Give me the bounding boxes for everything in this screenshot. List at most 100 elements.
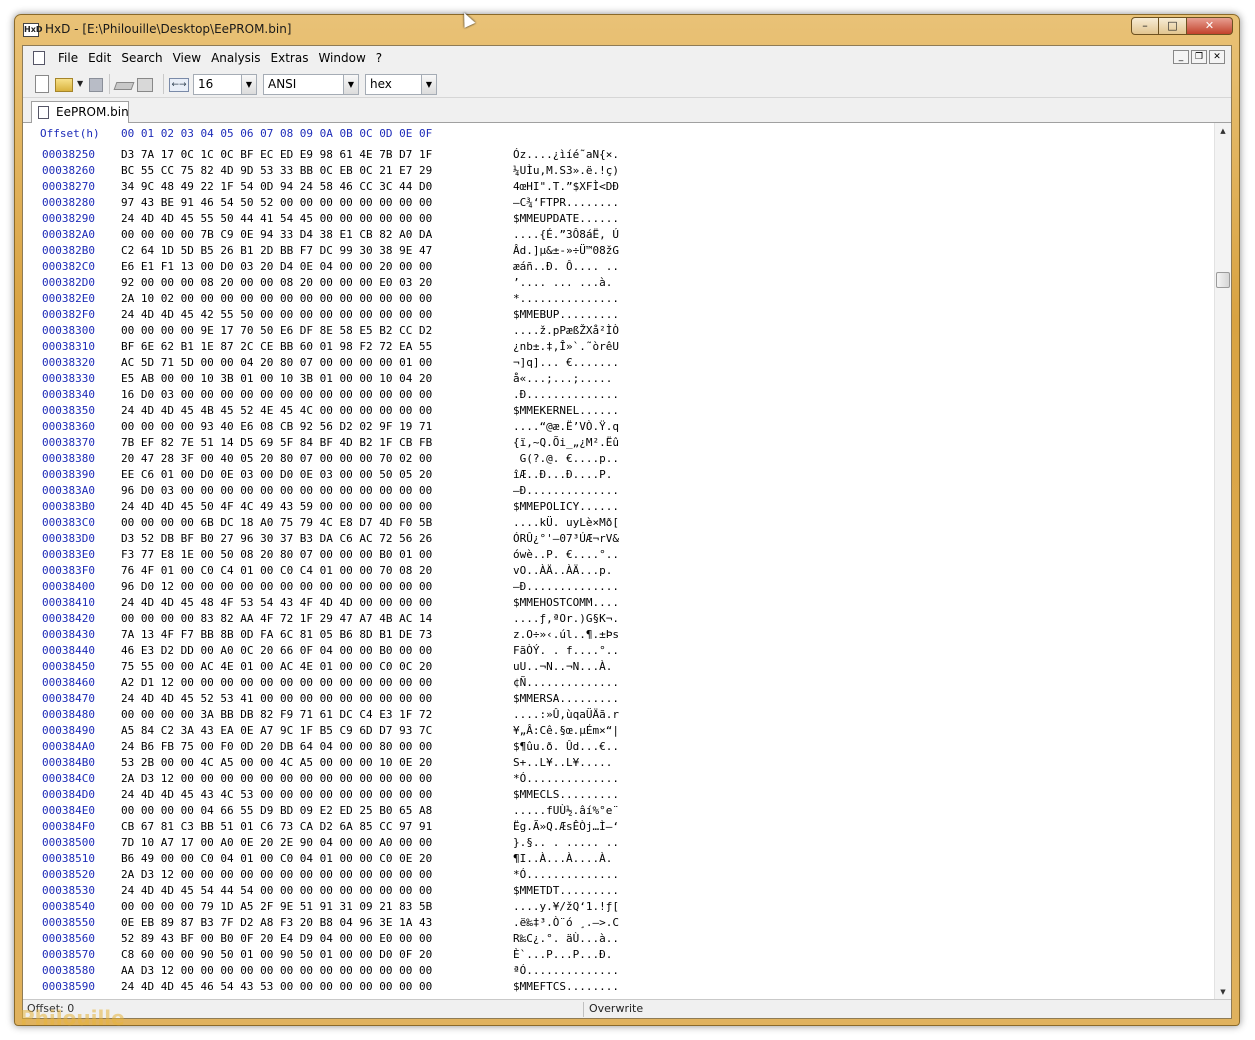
hex-row[interactable]: 00038490 A5 84 C2 3A 43 EA 0E A7 9C 1F B5… (23, 723, 1214, 739)
row-ascii[interactable]: vO..ÀÄ..ÀÄ...p. (513, 563, 619, 579)
row-bytes[interactable]: EE C6 01 00 D0 0E 03 00 D0 0E 03 00 00 5… (121, 467, 432, 483)
row-ascii[interactable]: *Ó.............. (513, 867, 619, 883)
row-bytes[interactable]: 24 4D 4D 45 4B 45 52 4E 45 4C 00 00 00 0… (121, 403, 432, 419)
row-ascii[interactable]: $MMETDT......... (513, 883, 619, 899)
row-bytes[interactable]: D3 52 DB BF B0 27 96 30 37 B3 DA C6 AC 7… (121, 531, 432, 547)
row-ascii[interactable]: ¶I..À...À....À. (513, 851, 619, 867)
hex-row[interactable]: 000382C0 E6 E1 F1 13 00 D0 03 20 D4 0E 04… (23, 259, 1214, 275)
hex-content[interactable]: Offset(h) 00 01 02 03 04 05 06 07 08 09 … (23, 123, 1214, 1001)
menu-item-analysis[interactable]: Analysis (206, 50, 265, 66)
hex-row[interactable]: 000383F0 76 4F 01 00 C0 C4 01 00 C0 C4 01… (23, 563, 1214, 579)
row-bytes[interactable]: 46 E3 D2 DD 00 A0 0C 20 66 0F 04 00 00 B… (121, 643, 432, 659)
chevron-down-icon[interactable]: ▼ (421, 75, 436, 94)
chevron-down-icon[interactable]: ▼ (343, 75, 358, 94)
row-bytes[interactable]: 24 4D 4D 45 42 55 50 00 00 00 00 00 00 0… (121, 307, 432, 323)
save-icon[interactable] (89, 78, 103, 92)
hex-row[interactable]: 000384D0 24 4D 4D 45 43 4C 53 00 00 00 00… (23, 787, 1214, 803)
row-bytes[interactable]: 0E EB 89 87 B3 7F D2 A8 F3 20 B8 04 96 3… (121, 915, 432, 931)
maximize-button[interactable]: □ (1159, 17, 1187, 35)
hex-row[interactable]: 00038250 D3 7A 17 0C 1C 0C BF EC ED E9 98… (23, 147, 1214, 163)
hex-row[interactable]: 00038390 EE C6 01 00 D0 0E 03 00 D0 0E 03… (23, 467, 1214, 483)
row-ascii[interactable]: .ë‰‡³.Ò¨ó ¸.–>.C (513, 915, 619, 931)
row-ascii[interactable]: uU..¬N..¬N...À. (513, 659, 619, 675)
row-ascii[interactable]: È`...P...P...Ð. (513, 947, 619, 963)
hex-row[interactable]: 000383A0 96 D0 03 00 00 00 00 00 00 00 00… (23, 483, 1214, 499)
hex-row[interactable]: 00038480 00 00 00 00 3A BB DB 82 F9 71 61… (23, 707, 1214, 723)
menu-item-search[interactable]: Search (116, 50, 167, 66)
row-ascii[interactable]: {ï‚~Q.Õi_„¿M².Ëû (513, 435, 619, 451)
hex-row[interactable]: 00038560 52 89 43 BF 00 B0 0F 20 E4 D9 04… (23, 931, 1214, 947)
row-bytes[interactable]: B6 49 00 00 C0 04 01 00 C0 04 01 00 00 C… (121, 851, 432, 867)
row-bytes[interactable]: D3 7A 17 0C 1C 0C BF EC ED E9 98 61 4E 7… (121, 147, 432, 163)
menu-item-file[interactable]: File (53, 50, 83, 66)
row-bytes[interactable]: 24 4D 4D 45 43 4C 53 00 00 00 00 00 00 0… (121, 787, 432, 803)
row-ascii[interactable]: ....kÜ. uyLè×Mð[ (513, 515, 619, 531)
row-ascii[interactable]: ....{É.”3Ô8áË‚ Ú (513, 227, 619, 243)
hex-row[interactable]: 000382D0 92 00 00 00 08 20 00 00 08 20 00… (23, 275, 1214, 291)
row-bytes[interactable]: 24 4D 4D 45 48 4F 53 54 43 4F 4D 4D 00 0… (121, 595, 432, 611)
hex-row[interactable]: 00038290 24 4D 4D 45 55 50 44 41 54 45 00… (23, 211, 1214, 227)
hex-row[interactable]: 00038260 BC 55 CC 75 82 4D 9D 53 33 BB 0C… (23, 163, 1214, 179)
hex-row[interactable]: 00038340 16 D0 03 00 00 00 00 00 00 00 00… (23, 387, 1214, 403)
scrollbar-thumb[interactable] (1216, 272, 1230, 289)
hex-row[interactable]: 00038350 24 4D 4D 45 4B 45 52 4E 45 4C 00… (23, 403, 1214, 419)
chevron-down-icon[interactable]: ▼ (241, 75, 256, 94)
row-ascii[interactable]: ¼UÌu‚M.S3».ë.!ç) (513, 163, 619, 179)
hex-row[interactable]: 00038330 E5 AB 00 00 10 3B 01 00 10 3B 01… (23, 371, 1214, 387)
row-ascii[interactable]: $MMEFTCS........ (513, 979, 619, 995)
scroll-up-icon[interactable]: ▲ (1215, 123, 1231, 140)
hex-row[interactable]: 00038270 34 9C 48 49 22 1F 54 0D 94 24 58… (23, 179, 1214, 195)
mdi-minimize-button[interactable]: _ (1173, 50, 1189, 64)
row-ascii[interactable]: S+..L¥..L¥..... (513, 755, 619, 771)
row-ascii[interactable]: –Ð.............. (513, 483, 619, 499)
row-bytes[interactable]: 24 4D 4D 45 46 54 43 53 00 00 00 00 00 0… (121, 979, 432, 995)
hex-row[interactable]: 000384A0 24 B6 FB 75 00 F0 0D 20 DB 64 04… (23, 739, 1214, 755)
row-ascii[interactable]: ’.... ... ...à. (513, 275, 619, 291)
hex-row[interactable]: 00038450 75 55 00 00 AC 4E 01 00 AC 4E 01… (23, 659, 1214, 675)
row-ascii[interactable]: îÆ..Ð...Ð....P. (513, 467, 619, 483)
row-ascii[interactable]: G(?.@. €....p.. (513, 451, 619, 467)
menu-item-extras[interactable]: Extras (266, 50, 314, 66)
row-ascii[interactable]: $MMERSA......... (513, 691, 619, 707)
hex-row[interactable]: 00038530 24 4D 4D 45 54 44 54 00 00 00 00… (23, 883, 1214, 899)
row-bytes[interactable]: 92 00 00 00 08 20 00 00 08 20 00 00 00 E… (121, 275, 432, 291)
hex-row[interactable]: 00038300 00 00 00 00 9E 17 70 50 E6 DF 8E… (23, 323, 1214, 339)
title-bar[interactable]: HxD HxD - [E:\Philouille\Desktop\EePROM.… (15, 15, 1239, 45)
row-bytes[interactable]: 2A D3 12 00 00 00 00 00 00 00 00 00 00 0… (121, 771, 432, 787)
mdi-restore-button[interactable]: ❐ (1191, 50, 1207, 64)
row-bytes[interactable]: 7D 10 A7 17 00 A0 0E 20 2E 90 04 00 00 A… (121, 835, 432, 851)
row-ascii[interactable]: ¥„Â:Cê.§œ.µÉm×“| (513, 723, 619, 739)
row-ascii[interactable]: *............... (513, 291, 619, 307)
hex-row[interactable]: 000384B0 53 2B 00 00 4C A5 00 00 4C A5 00… (23, 755, 1214, 771)
row-ascii[interactable]: 4œHI".T.”$XFÌ<DÐ (513, 179, 619, 195)
hex-row[interactable]: 00038590 24 4D 4D 45 46 54 43 53 00 00 00… (23, 979, 1214, 995)
row-bytes[interactable]: BC 55 CC 75 82 4D 9D 53 33 BB 0C EB 0C 2… (121, 163, 432, 179)
row-ascii[interactable]: $MMEBUP......... (513, 307, 619, 323)
row-ascii[interactable]: ....ž.pPæßŽXå²ÌÒ (513, 323, 619, 339)
row-ascii[interactable]: Âd.]µ&±-»÷Ü™08žG (513, 243, 619, 259)
row-bytes[interactable]: 00 00 00 00 7B C9 0E 94 33 D4 38 E1 CB 8… (121, 227, 432, 243)
row-bytes[interactable]: CB 67 81 C3 BB 51 01 C6 73 CA D2 6A 85 C… (121, 819, 432, 835)
open-disk-icon[interactable] (137, 78, 153, 92)
row-bytes[interactable]: 24 4D 4D 45 55 50 44 41 54 45 00 00 00 0… (121, 211, 432, 227)
hex-row[interactable]: 000384E0 00 00 00 00 04 66 55 D9 BD 09 E2… (23, 803, 1214, 819)
row-bytes[interactable]: 96 D0 03 00 00 00 00 00 00 00 00 00 00 0… (121, 483, 432, 499)
row-bytes[interactable]: 20 47 28 3F 00 40 05 20 80 07 00 00 00 7… (121, 451, 432, 467)
status-edit-mode[interactable]: Overwrite (589, 1002, 643, 1015)
hex-row[interactable]: 00038470 24 4D 4D 45 52 53 41 00 00 00 00… (23, 691, 1214, 707)
row-ascii[interactable]: *Ó.............. (513, 771, 619, 787)
row-bytes[interactable]: 97 43 BE 91 46 54 50 52 00 00 00 00 00 0… (121, 195, 432, 211)
hex-row[interactable]: 00038320 AC 5D 71 5D 00 00 04 20 80 07 00… (23, 355, 1214, 371)
hex-row[interactable]: 00038500 7D 10 A7 17 00 A0 0E 20 2E 90 04… (23, 835, 1214, 851)
hex-row[interactable]: 000382B0 C2 64 1D 5D B5 26 B1 2D BB F7 DC… (23, 243, 1214, 259)
menu-item-edit[interactable]: Edit (83, 50, 116, 66)
document-icon[interactable] (33, 51, 45, 65)
row-ascii[interactable]: .Ð.............. (513, 387, 619, 403)
row-bytes[interactable]: BF 6E 62 B1 1E 87 2C CE BB 60 01 98 F2 7… (121, 339, 432, 355)
hex-row[interactable]: 000383E0 F3 77 E8 1E 00 50 08 20 80 07 00… (23, 547, 1214, 563)
row-ascii[interactable]: Óz....¿ìíé˜aN{×. (513, 147, 619, 163)
hex-row[interactable]: 00038420 00 00 00 00 83 82 AA 4F 72 1F 29… (23, 611, 1214, 627)
row-ascii[interactable]: $MMEKERNEL...... (513, 403, 619, 419)
row-bytes[interactable]: 2A 10 02 00 00 00 00 00 00 00 00 00 00 0… (121, 291, 432, 307)
row-ascii[interactable]: $MMEPOLICY...... (513, 499, 619, 515)
